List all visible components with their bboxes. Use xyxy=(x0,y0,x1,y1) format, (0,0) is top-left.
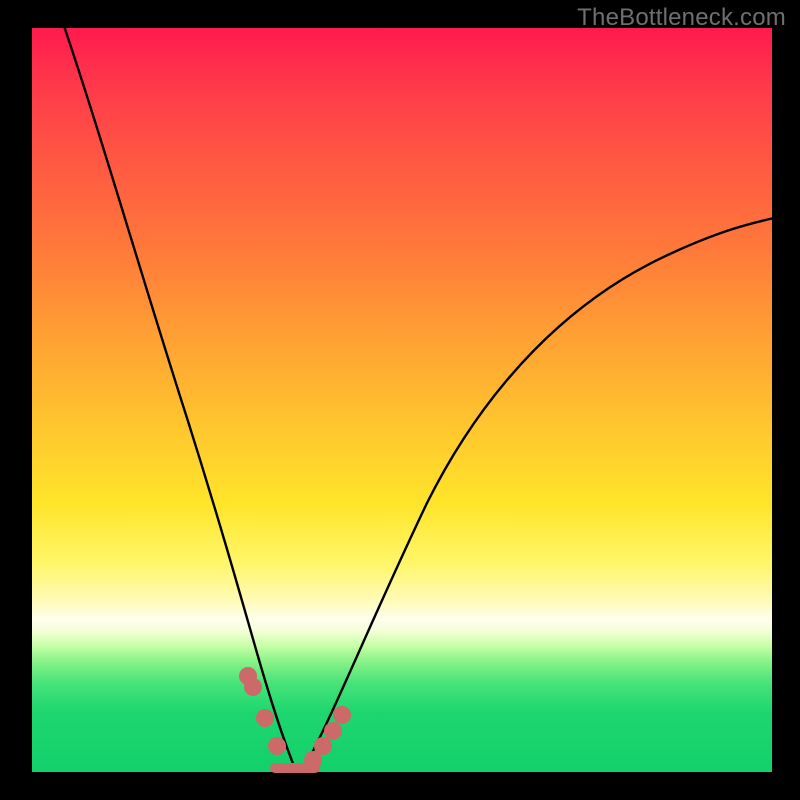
marker-dot xyxy=(324,722,342,740)
marker-dot xyxy=(268,737,286,755)
outer-frame: TheBottleneck.com xyxy=(0,0,800,800)
marker-dot xyxy=(256,709,274,727)
chart-overlay xyxy=(32,28,772,772)
curve-right xyxy=(304,218,774,768)
marker-dot xyxy=(244,678,262,696)
marker-dot xyxy=(333,706,351,724)
curve-left xyxy=(62,20,294,766)
marker-dot xyxy=(314,737,332,755)
